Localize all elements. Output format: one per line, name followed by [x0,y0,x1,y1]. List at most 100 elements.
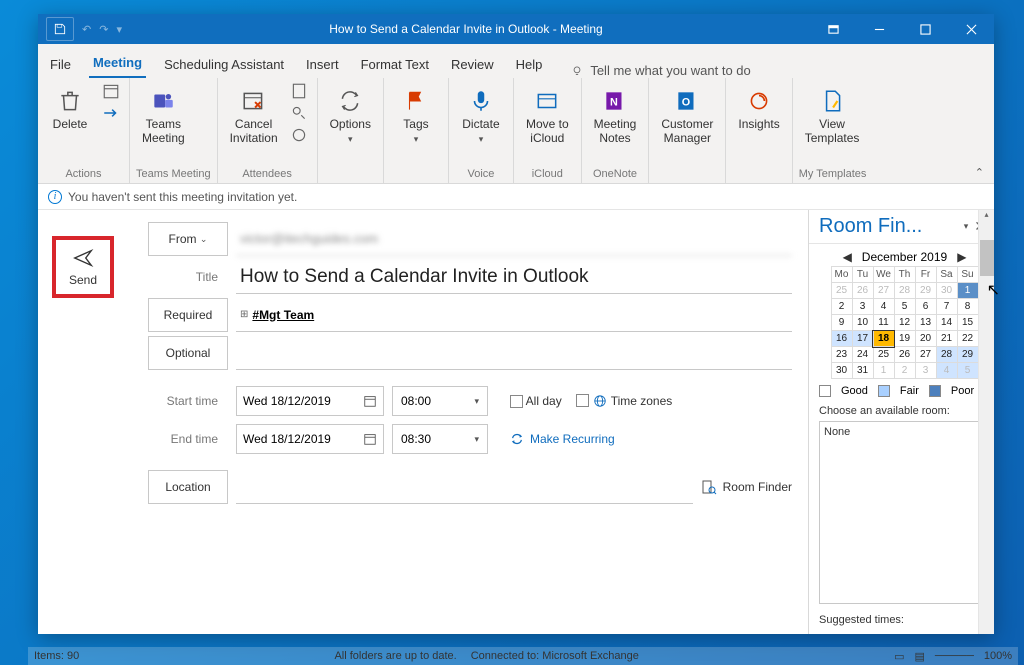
tab-help[interactable]: Help [512,51,547,78]
calendar-day[interactable]: 28 [894,283,915,299]
cancel-invitation-button[interactable]: Cancel Invitation [224,82,284,150]
calendar-day[interactable]: 16 [831,331,852,347]
time-zones-checkbox[interactable]: Time zones [576,394,673,408]
calendar-day[interactable]: 24 [852,347,873,363]
ribbon-display-icon[interactable] [810,14,856,44]
forward-small-icon[interactable] [102,104,120,122]
insights-button[interactable]: Insights [732,82,785,136]
tab-meeting[interactable]: Meeting [89,49,146,78]
calendar-day[interactable]: 2 [831,299,852,315]
calendar-day[interactable]: 28 [936,347,957,363]
calendar-small-icon[interactable] [102,82,120,100]
view-templates-button[interactable]: View Templates [799,82,866,150]
collapse-ribbon-icon[interactable]: ⌃ [975,166,984,179]
make-recurring-link[interactable]: Make Recurring [510,432,615,446]
redo-icon[interactable]: ↷ [99,23,108,36]
pane-menu-icon[interactable]: ▾ [964,221,969,232]
location-button[interactable]: Location [148,470,228,504]
tags-button[interactable]: Tags ▾ [390,82,442,148]
all-day-checkbox[interactable]: All day [510,394,562,408]
calendar-day[interactable]: 25 [873,347,894,363]
tab-insert[interactable]: Insert [302,51,343,78]
calendar-day[interactable]: 29 [915,283,936,299]
optional-input[interactable] [236,336,792,370]
from-value[interactable]: victor@itechguides.com [236,222,792,256]
calendar-day[interactable]: 12 [894,315,915,331]
calendar-day[interactable]: 17 [852,331,873,347]
calendar-day[interactable]: 18 [873,331,894,347]
calendar-day[interactable]: 4 [936,363,957,379]
calendar-day[interactable]: 11 [873,315,894,331]
maximize-button[interactable] [902,14,948,44]
calendar-day[interactable]: 19 [894,331,915,347]
required-input[interactable]: ⊞#Mgt Team [236,298,792,332]
calendar-day[interactable]: 14 [936,315,957,331]
meeting-notes-button[interactable]: N Meeting Notes [588,82,643,150]
customer-manager-button[interactable]: O Customer Manager [655,82,719,150]
calendar-day[interactable]: 1 [957,283,978,299]
calendar-day[interactable]: 4 [873,299,894,315]
calendar-day[interactable]: 31 [852,363,873,379]
calendar-day[interactable]: 10 [852,315,873,331]
view-normal-icon[interactable]: ▭ [894,650,904,663]
calendar-day[interactable]: 1 [873,363,894,379]
address-book-icon[interactable] [290,82,308,100]
view-reading-icon[interactable]: ▤ [914,650,924,663]
start-time-input[interactable]: 08:00▾ [392,386,488,416]
delete-button[interactable]: Delete [44,82,96,136]
close-button[interactable] [948,14,994,44]
calendar-day[interactable]: 27 [873,283,894,299]
minimize-button[interactable] [856,14,902,44]
calendar-day[interactable]: 25 [831,283,852,299]
available-rooms-list[interactable]: None [819,421,990,604]
required-button[interactable]: Required [148,298,228,332]
room-finder-button[interactable]: Room Finder [701,479,792,495]
tab-file[interactable]: File [46,51,75,78]
tell-me-search[interactable]: Tell me what you want to do [570,63,750,78]
options-button[interactable]: Options ▾ [324,82,377,148]
calendar-day[interactable]: 5 [957,363,978,379]
expand-group-icon[interactable]: ⊞ [240,309,248,320]
zoom-level[interactable]: 100% [984,650,1012,662]
calendar-day[interactable]: 6 [915,299,936,315]
calendar-day[interactable]: 20 [915,331,936,347]
move-to-icloud-button[interactable]: Move to iCloud [520,82,575,150]
save-icon[interactable] [46,17,74,41]
calendar-day[interactable]: 3 [915,363,936,379]
calendar-day[interactable]: 7 [936,299,957,315]
tab-format-text[interactable]: Format Text [357,51,433,78]
tab-scheduling-assistant[interactable]: Scheduling Assistant [160,51,288,78]
prev-month-button[interactable]: ◀ [843,250,852,264]
calendar-day[interactable]: 5 [894,299,915,315]
calendar-day[interactable]: 21 [936,331,957,347]
location-input[interactable] [236,470,693,504]
calendar-day[interactable]: 3 [852,299,873,315]
pane-scrollbar[interactable]: ▴ [978,210,994,634]
dictate-button[interactable]: Dictate ▾ [455,82,507,148]
check-names-icon[interactable] [290,104,308,122]
optional-button[interactable]: Optional [148,336,228,370]
start-date-input[interactable]: Wed 18/12/2019 [236,386,384,416]
calendar-day[interactable]: 26 [894,347,915,363]
calendar-day[interactable]: 30 [831,363,852,379]
mini-calendar[interactable]: MoTuWeThFrSaSu 2526272829301234567891011… [831,266,979,379]
calendar-day[interactable]: 27 [915,347,936,363]
title-input[interactable]: How to Send a Calendar Invite in Outlook [236,260,792,294]
calendar-day[interactable]: 15 [957,315,978,331]
calendar-day[interactable]: 13 [915,315,936,331]
calendar-day[interactable]: 30 [936,283,957,299]
undo-icon[interactable]: ↶ [82,23,91,36]
calendar-day[interactable]: 9 [831,315,852,331]
calendar-day[interactable]: 22 [957,331,978,347]
tab-review[interactable]: Review [447,51,498,78]
calendar-day[interactable]: 8 [957,299,978,315]
send-button[interactable]: Send [52,236,114,298]
calendar-day[interactable]: 23 [831,347,852,363]
next-month-button[interactable]: ▶ [957,250,966,264]
qat-more-icon[interactable]: ▾ [116,23,122,36]
end-date-input[interactable]: Wed 18/12/2019 [236,424,384,454]
calendar-day[interactable]: 29 [957,347,978,363]
response-options-icon[interactable] [290,126,308,144]
teams-meeting-button[interactable]: Teams Meeting [136,82,191,150]
end-time-input[interactable]: 08:30▾ [392,424,488,454]
